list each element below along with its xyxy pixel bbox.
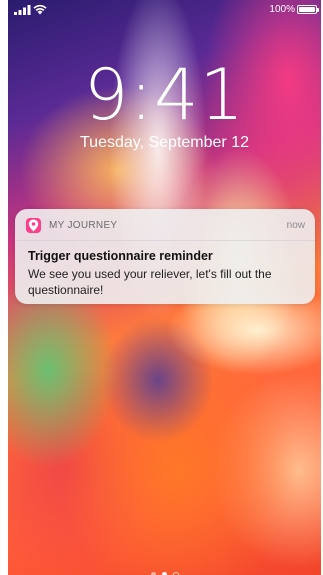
battery-percentage: 100% xyxy=(269,4,295,15)
location-pin-icon xyxy=(26,218,41,233)
notification-body: We see you used your reliever, let's fil… xyxy=(28,267,272,297)
status-bar: 100% xyxy=(8,0,321,20)
notification-app-name: MY JOURNEY xyxy=(49,220,118,231)
notification-title: Trigger questionnaire reminder xyxy=(28,249,213,263)
notification-header: MY JOURNEY now xyxy=(15,209,315,241)
battery-level xyxy=(299,7,315,12)
battery-icon xyxy=(297,5,319,14)
lock-screen-date: Tuesday, September 12 xyxy=(80,134,249,151)
lock-screen-time: 9:41 xyxy=(83,54,246,136)
cellular-signal-icon xyxy=(14,5,31,15)
page-indicator xyxy=(8,566,321,575)
notification-time: now xyxy=(286,220,305,231)
wifi-icon xyxy=(33,4,47,15)
lock-screen: 100% 9:41 Tuesday, September 12 MY JOURN… xyxy=(8,0,321,575)
notification-card[interactable]: MY JOURNEY now Trigger questionnaire rem… xyxy=(15,209,315,304)
